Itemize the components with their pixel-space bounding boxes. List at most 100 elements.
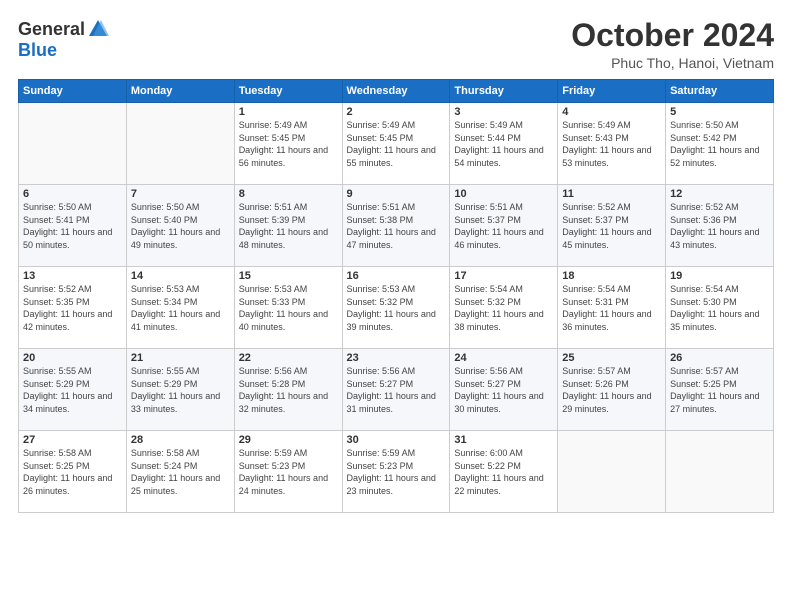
day-detail: Sunrise: 5:51 AM Sunset: 5:38 PM Dayligh… [347,201,446,251]
day-detail: Sunrise: 5:53 AM Sunset: 5:32 PM Dayligh… [347,283,446,333]
day-detail: Sunrise: 5:54 AM Sunset: 5:32 PM Dayligh… [454,283,553,333]
subtitle: Phuc Tho, Hanoi, Vietnam [571,55,774,71]
day-detail: Sunrise: 5:56 AM Sunset: 5:28 PM Dayligh… [239,365,338,415]
day-number: 2 [347,106,446,118]
day-detail: Sunrise: 5:52 AM Sunset: 5:36 PM Dayligh… [670,201,769,251]
calendar-cell: 15Sunrise: 5:53 AM Sunset: 5:33 PM Dayli… [234,267,342,349]
day-detail: Sunrise: 6:00 AM Sunset: 5:22 PM Dayligh… [454,447,553,497]
week-row-3: 13Sunrise: 5:52 AM Sunset: 5:35 PM Dayli… [19,267,774,349]
day-detail: Sunrise: 5:52 AM Sunset: 5:35 PM Dayligh… [23,283,122,333]
weekday-header-row: SundayMondayTuesdayWednesdayThursdayFrid… [19,80,774,103]
day-detail: Sunrise: 5:50 AM Sunset: 5:41 PM Dayligh… [23,201,122,251]
day-detail: Sunrise: 5:54 AM Sunset: 5:30 PM Dayligh… [670,283,769,333]
calendar-cell: 27Sunrise: 5:58 AM Sunset: 5:25 PM Dayli… [19,431,127,513]
calendar-cell: 19Sunrise: 5:54 AM Sunset: 5:30 PM Dayli… [666,267,774,349]
day-number: 22 [239,352,338,364]
day-detail: Sunrise: 5:50 AM Sunset: 5:42 PM Dayligh… [670,119,769,169]
day-number: 13 [23,270,122,282]
day-detail: Sunrise: 5:49 AM Sunset: 5:45 PM Dayligh… [347,119,446,169]
calendar-cell: 31Sunrise: 6:00 AM Sunset: 5:22 PM Dayli… [450,431,558,513]
weekday-header-monday: Monday [126,80,234,103]
calendar-cell: 17Sunrise: 5:54 AM Sunset: 5:32 PM Dayli… [450,267,558,349]
day-number: 30 [347,434,446,446]
day-number: 15 [239,270,338,282]
day-number: 12 [670,188,769,200]
calendar-cell: 13Sunrise: 5:52 AM Sunset: 5:35 PM Dayli… [19,267,127,349]
day-detail: Sunrise: 5:58 AM Sunset: 5:24 PM Dayligh… [131,447,230,497]
day-detail: Sunrise: 5:53 AM Sunset: 5:33 PM Dayligh… [239,283,338,333]
calendar-cell: 8Sunrise: 5:51 AM Sunset: 5:39 PM Daylig… [234,185,342,267]
day-number: 1 [239,106,338,118]
day-number: 3 [454,106,553,118]
day-detail: Sunrise: 5:55 AM Sunset: 5:29 PM Dayligh… [131,365,230,415]
day-detail: Sunrise: 5:56 AM Sunset: 5:27 PM Dayligh… [454,365,553,415]
week-row-1: 1Sunrise: 5:49 AM Sunset: 5:45 PM Daylig… [19,103,774,185]
weekday-header-tuesday: Tuesday [234,80,342,103]
day-number: 9 [347,188,446,200]
day-detail: Sunrise: 5:49 AM Sunset: 5:45 PM Dayligh… [239,119,338,169]
calendar-cell: 28Sunrise: 5:58 AM Sunset: 5:24 PM Dayli… [126,431,234,513]
day-number: 5 [670,106,769,118]
day-detail: Sunrise: 5:57 AM Sunset: 5:26 PM Dayligh… [562,365,661,415]
month-title: October 2024 [571,18,774,53]
week-row-2: 6Sunrise: 5:50 AM Sunset: 5:41 PM Daylig… [19,185,774,267]
day-number: 4 [562,106,661,118]
day-number: 10 [454,188,553,200]
calendar-cell: 30Sunrise: 5:59 AM Sunset: 5:23 PM Dayli… [342,431,450,513]
day-number: 27 [23,434,122,446]
day-number: 14 [131,270,230,282]
title-block: October 2024 Phuc Tho, Hanoi, Vietnam [571,18,774,71]
calendar-cell: 21Sunrise: 5:55 AM Sunset: 5:29 PM Dayli… [126,349,234,431]
calendar-cell: 23Sunrise: 5:56 AM Sunset: 5:27 PM Dayli… [342,349,450,431]
day-number: 25 [562,352,661,364]
calendar-cell: 26Sunrise: 5:57 AM Sunset: 5:25 PM Dayli… [666,349,774,431]
day-detail: Sunrise: 5:52 AM Sunset: 5:37 PM Dayligh… [562,201,661,251]
week-row-4: 20Sunrise: 5:55 AM Sunset: 5:29 PM Dayli… [19,349,774,431]
day-number: 6 [23,188,122,200]
calendar-cell: 25Sunrise: 5:57 AM Sunset: 5:26 PM Dayli… [558,349,666,431]
day-number: 16 [347,270,446,282]
calendar-cell: 22Sunrise: 5:56 AM Sunset: 5:28 PM Dayli… [234,349,342,431]
day-detail: Sunrise: 5:49 AM Sunset: 5:44 PM Dayligh… [454,119,553,169]
day-detail: Sunrise: 5:59 AM Sunset: 5:23 PM Dayligh… [347,447,446,497]
day-detail: Sunrise: 5:57 AM Sunset: 5:25 PM Dayligh… [670,365,769,415]
calendar-cell [19,103,127,185]
calendar-cell: 4Sunrise: 5:49 AM Sunset: 5:43 PM Daylig… [558,103,666,185]
day-detail: Sunrise: 5:51 AM Sunset: 5:37 PM Dayligh… [454,201,553,251]
day-detail: Sunrise: 5:55 AM Sunset: 5:29 PM Dayligh… [23,365,122,415]
calendar: SundayMondayTuesdayWednesdayThursdayFrid… [18,79,774,513]
header: General Blue October 2024 Phuc Tho, Hano… [18,18,774,71]
day-number: 19 [670,270,769,282]
calendar-cell: 14Sunrise: 5:53 AM Sunset: 5:34 PM Dayli… [126,267,234,349]
calendar-cell: 20Sunrise: 5:55 AM Sunset: 5:29 PM Dayli… [19,349,127,431]
day-number: 24 [454,352,553,364]
calendar-cell: 29Sunrise: 5:59 AM Sunset: 5:23 PM Dayli… [234,431,342,513]
week-row-5: 27Sunrise: 5:58 AM Sunset: 5:25 PM Dayli… [19,431,774,513]
day-number: 18 [562,270,661,282]
day-number: 8 [239,188,338,200]
calendar-cell: 6Sunrise: 5:50 AM Sunset: 5:41 PM Daylig… [19,185,127,267]
logo-blue-text: Blue [18,40,57,61]
calendar-cell: 16Sunrise: 5:53 AM Sunset: 5:32 PM Dayli… [342,267,450,349]
calendar-cell: 10Sunrise: 5:51 AM Sunset: 5:37 PM Dayli… [450,185,558,267]
day-detail: Sunrise: 5:53 AM Sunset: 5:34 PM Dayligh… [131,283,230,333]
day-detail: Sunrise: 5:51 AM Sunset: 5:39 PM Dayligh… [239,201,338,251]
day-number: 20 [23,352,122,364]
calendar-cell: 5Sunrise: 5:50 AM Sunset: 5:42 PM Daylig… [666,103,774,185]
calendar-cell: 12Sunrise: 5:52 AM Sunset: 5:36 PM Dayli… [666,185,774,267]
logo-general-text: General [18,19,85,40]
calendar-cell: 3Sunrise: 5:49 AM Sunset: 5:44 PM Daylig… [450,103,558,185]
day-number: 17 [454,270,553,282]
weekday-header-thursday: Thursday [450,80,558,103]
day-number: 7 [131,188,230,200]
calendar-cell: 11Sunrise: 5:52 AM Sunset: 5:37 PM Dayli… [558,185,666,267]
calendar-cell [126,103,234,185]
day-number: 21 [131,352,230,364]
weekday-header-saturday: Saturday [666,80,774,103]
weekday-header-sunday: Sunday [19,80,127,103]
day-number: 23 [347,352,446,364]
day-detail: Sunrise: 5:49 AM Sunset: 5:43 PM Dayligh… [562,119,661,169]
weekday-header-wednesday: Wednesday [342,80,450,103]
day-detail: Sunrise: 5:56 AM Sunset: 5:27 PM Dayligh… [347,365,446,415]
calendar-cell [558,431,666,513]
